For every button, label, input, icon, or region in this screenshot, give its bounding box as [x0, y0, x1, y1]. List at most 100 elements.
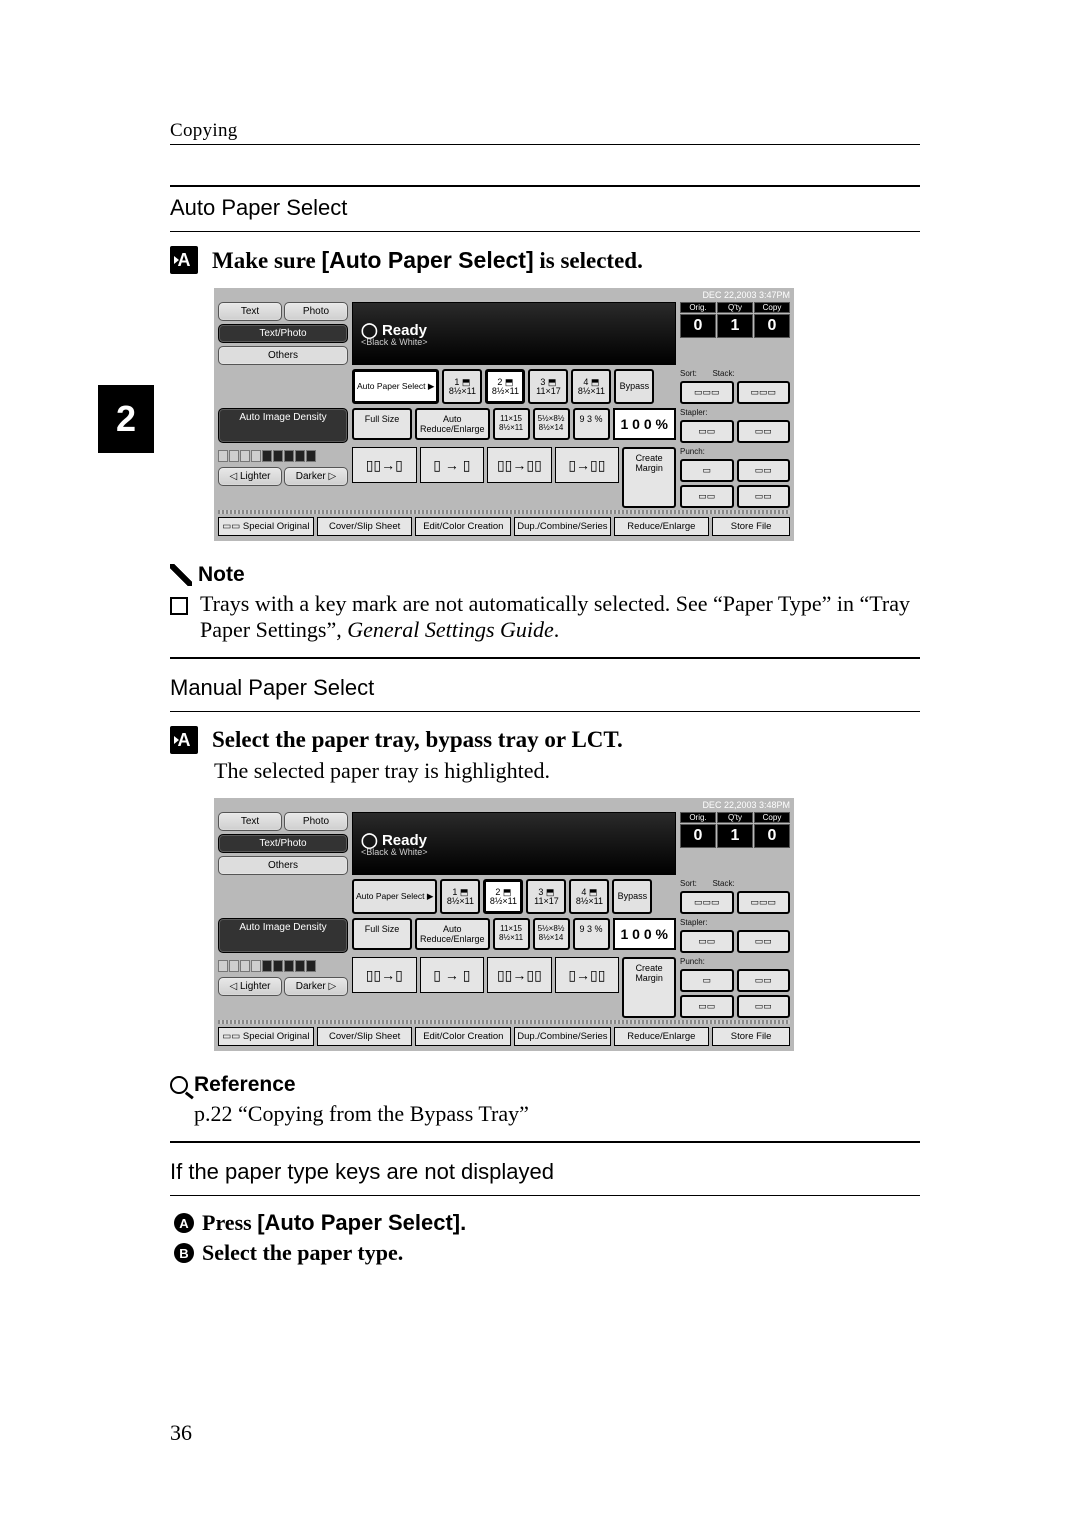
current-ratio: 9 3 %: [573, 408, 610, 440]
auto-density-btn[interactable]: Auto Image Density: [218, 408, 348, 443]
text-photo-btn[interactable]: Text/Photo: [218, 834, 348, 853]
cover-slip-tab[interactable]: Cover/Slip Sheet: [317, 1027, 413, 1046]
full-size-btn[interactable]: Full Size: [352, 918, 412, 950]
lcd-timestamp: DEC 22,2003 3:48PM: [214, 798, 794, 810]
tray-4[interactable]: 4 ⬒8½×11: [571, 369, 611, 404]
create-margin-btn[interactable]: Create Margin: [622, 957, 676, 1018]
others-btn[interactable]: Others: [218, 346, 348, 365]
auto-paper-select-btn[interactable]: Auto Paper Select ▶: [352, 879, 437, 914]
punch-4[interactable]: ▭▭: [737, 995, 791, 1018]
finishing-panel: Sort: Stack: ▭▭▭▭▭▭: [680, 879, 790, 914]
cover-slip-tab[interactable]: Cover/Slip Sheet: [317, 517, 413, 536]
current-ratio: 9 3 %: [573, 918, 610, 950]
density-scale[interactable]: [218, 957, 348, 975]
lighter-btn[interactable]: ◁ Lighter: [218, 977, 282, 996]
thumb-duplex-1[interactable]: ▯▯→▯: [352, 957, 417, 993]
bypass-tray[interactable]: Bypass: [612, 879, 652, 914]
sort-btn[interactable]: ▭▭▭: [680, 891, 734, 914]
others-btn[interactable]: Others: [218, 856, 348, 875]
punch-1[interactable]: ▭: [680, 969, 734, 992]
tray-2[interactable]: 2 ⬒8½×11: [485, 369, 525, 404]
magnifier-icon: [170, 1076, 188, 1094]
tray-1[interactable]: 1 ⬒8½×11: [440, 879, 480, 914]
bottom-tabs: ▭▭ Special Original Cover/Slip Sheet Edi…: [214, 1024, 794, 1051]
special-original-tab[interactable]: ▭▭ Special Original: [218, 1027, 314, 1046]
staple-2[interactable]: ▭▭: [737, 930, 791, 953]
edit-color-tab[interactable]: Edit/Color Creation: [415, 517, 511, 536]
paper-tray-row: Auto Paper Select ▶ 1 ⬒8½×11 2 ⬒8½×11 3 …: [352, 369, 676, 404]
thumb-duplex-2[interactable]: ▯ → ▯: [420, 957, 485, 993]
punch-3[interactable]: ▭▭: [680, 485, 734, 508]
darker-btn[interactable]: Darker ▷: [284, 977, 348, 996]
punch-2[interactable]: ▭▭: [737, 969, 791, 992]
edit-color-tab[interactable]: Edit/Color Creation: [415, 1027, 511, 1046]
stack-btn[interactable]: ▭▭▭: [737, 891, 791, 914]
staple-1[interactable]: ▭▭: [680, 420, 734, 443]
bullet-icon: [170, 597, 188, 615]
reduce-enlarge-tab[interactable]: Reduce/Enlarge: [614, 1027, 710, 1046]
lighter-btn[interactable]: ◁ Lighter: [218, 467, 282, 486]
photo-btn[interactable]: Photo: [284, 302, 348, 321]
section-heading: If the paper type keys are not displayed: [170, 1159, 920, 1185]
thumb-series[interactable]: ▯→▯▯: [555, 447, 620, 483]
thumb-combine[interactable]: ▯▯→▯▯: [487, 447, 552, 483]
ratio-preset-2[interactable]: 5½×8½ 8½×14: [533, 918, 570, 950]
status-ready: ◯ Ready <Black & White>: [352, 302, 676, 365]
thumbs-row: ▯▯→▯ ▯ → ▯ ▯▯→▯▯ ▯→▯▯ Create Margin: [352, 957, 676, 1018]
status-ready: ◯ Ready <Black & White>: [352, 812, 676, 875]
text-btn[interactable]: Text: [218, 812, 282, 831]
thumb-combine[interactable]: ▯▯→▯▯: [487, 957, 552, 993]
text-photo-btn[interactable]: Text/Photo: [218, 324, 348, 343]
auto-reduce-enlarge-btn[interactable]: Auto Reduce/Enlarge: [415, 408, 490, 440]
staple-1[interactable]: ▭▭: [680, 930, 734, 953]
photo-btn[interactable]: Photo: [284, 812, 348, 831]
substep-1: A Press [Auto Paper Select].: [174, 1210, 920, 1236]
bypass-tray[interactable]: Bypass: [614, 369, 654, 404]
100pct-btn[interactable]: 1 0 0 %: [613, 918, 676, 950]
counters: Orig.Q'tyCopy 010: [680, 812, 790, 875]
tray-1[interactable]: 1 ⬒8½×11: [442, 369, 482, 404]
lcd-timestamp: DEC 22,2003 3:47PM: [214, 288, 794, 300]
ratio-preset-2[interactable]: 5½×8½ 8½×14: [533, 408, 570, 440]
divider: [170, 1141, 920, 1143]
punch-3[interactable]: ▭▭: [680, 995, 734, 1018]
punch-4[interactable]: ▭▭: [737, 485, 791, 508]
thumbs-row: ▯▯→▯ ▯ → ▯ ▯▯→▯▯ ▯→▯▯ Create Margin: [352, 447, 676, 508]
circled-number-icon: A: [174, 1213, 194, 1233]
divider: [170, 711, 920, 712]
punch-1[interactable]: ▭: [680, 459, 734, 482]
tray-4[interactable]: 4 ⬒8½×11: [569, 879, 609, 914]
full-size-btn[interactable]: Full Size: [352, 408, 412, 440]
reduce-enlarge-tab[interactable]: Reduce/Enlarge: [614, 517, 710, 536]
auto-paper-select-btn[interactable]: Auto Paper Select ▶: [352, 369, 439, 404]
ratio-preset-1[interactable]: 11×15 8½×11: [493, 918, 530, 950]
store-file-tab[interactable]: Store File: [712, 517, 790, 536]
sort-btn[interactable]: ▭▭▭: [680, 381, 734, 404]
thumb-duplex-1[interactable]: ▯▯→▯: [352, 447, 417, 483]
tray-3[interactable]: 3 ⬒11×17: [526, 879, 566, 914]
auto-reduce-enlarge-btn[interactable]: Auto Reduce/Enlarge: [415, 918, 490, 950]
store-file-tab[interactable]: Store File: [712, 1027, 790, 1046]
dup-combine-tab[interactable]: Dup./Combine/Series: [514, 517, 610, 536]
reference-heading: Reference: [170, 1073, 920, 1097]
create-margin-btn[interactable]: Create Margin: [622, 447, 676, 508]
dup-combine-tab[interactable]: Dup./Combine/Series: [514, 1027, 610, 1046]
running-head: Copying: [170, 120, 920, 145]
counters: Orig.Q'tyCopy 010: [680, 302, 790, 365]
thumb-duplex-2[interactable]: ▯ → ▯: [420, 447, 485, 483]
text-btn[interactable]: Text: [218, 302, 282, 321]
thumb-series[interactable]: ▯→▯▯: [555, 957, 620, 993]
ratio-preset-1[interactable]: 11×15 8½×11: [493, 408, 530, 440]
step-number-icon: A: [170, 246, 198, 274]
100pct-btn[interactable]: 1 0 0 %: [613, 408, 676, 440]
divider: [170, 231, 920, 232]
tray-3[interactable]: 3 ⬒11×17: [528, 369, 568, 404]
density-scale[interactable]: [218, 447, 348, 465]
staple-2[interactable]: ▭▭: [737, 420, 791, 443]
punch-2[interactable]: ▭▭: [737, 459, 791, 482]
tray-2[interactable]: 2 ⬒8½×11: [483, 879, 523, 914]
stack-btn[interactable]: ▭▭▭: [737, 381, 791, 404]
special-original-tab[interactable]: ▭▭ Special Original: [218, 517, 314, 536]
auto-density-btn[interactable]: Auto Image Density: [218, 918, 348, 953]
darker-btn[interactable]: Darker ▷: [284, 467, 348, 486]
